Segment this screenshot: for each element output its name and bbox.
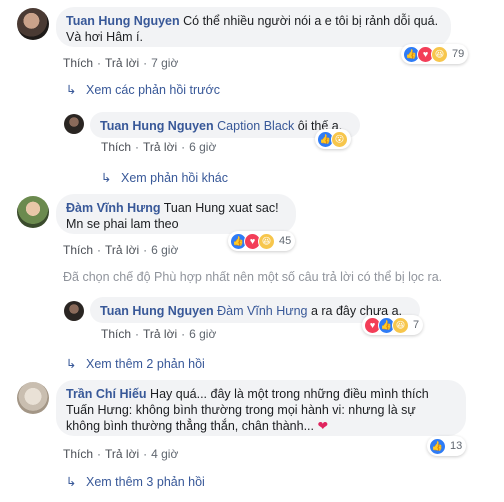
mention-link[interactable]: Đàm Vĩnh Hưng <box>217 304 307 318</box>
reply-button[interactable]: Trả lời <box>105 243 139 257</box>
reaction-summary[interactable]: ♥ 👍 😆 7 <box>362 315 424 335</box>
avatar[interactable] <box>17 196 49 228</box>
comment-author[interactable]: Tuan Hung Nguyen <box>66 14 180 28</box>
reply-button[interactable]: Trả lời <box>143 140 177 154</box>
comment-actions: Thích · Trả lời · 6 giờ <box>101 140 217 154</box>
reply-button[interactable]: Trả lời <box>143 327 177 341</box>
comment-actions: Thích · Trả lời · 6 giờ <box>101 327 217 341</box>
comment-bubble: Đàm Vĩnh Hưng Tuan Hung xuat sac! Mn se … <box>56 194 296 234</box>
timestamp[interactable]: 6 giờ <box>151 243 178 257</box>
reply-arrow-icon: ↳ <box>101 171 112 185</box>
like-button[interactable]: Thích <box>101 140 131 154</box>
reaction-summary[interactable]: 👍 ♥ 😆 45 <box>228 231 296 251</box>
haha-icon: 😆 <box>431 45 448 63</box>
wow-icon: 😮 <box>331 130 348 148</box>
comment-bubble: Tuan Hung Nguyen Có thể nhiều người nói … <box>56 7 451 47</box>
timestamp[interactable]: 6 giờ <box>189 140 216 154</box>
comment-text: Có thể nhiều người nói a e tôi bị rảnh d… <box>179 14 439 28</box>
reply-arrow-icon: ↳ <box>66 475 77 489</box>
avatar[interactable] <box>64 114 84 134</box>
timestamp[interactable]: 7 giờ <box>151 56 178 70</box>
reply-arrow-icon: ↳ <box>66 357 77 371</box>
comment-author[interactable]: Tuan Hung Nguyen <box>100 119 214 133</box>
filter-notice: Đã chọn chế độ Phù hợp nhất nên một số c… <box>63 270 443 284</box>
timestamp[interactable]: 4 giờ <box>151 447 178 461</box>
like-button[interactable]: Thích <box>63 56 93 70</box>
like-button[interactable]: Thích <box>63 243 93 257</box>
haha-icon: 😆 <box>392 316 409 334</box>
timestamp[interactable]: 6 giờ <box>189 327 216 341</box>
avatar[interactable] <box>64 301 84 321</box>
reply-arrow-icon: ↳ <box>66 83 77 97</box>
view-more-replies-link[interactable]: ↳ Xem thêm 2 phản hồi <box>66 356 205 371</box>
reply-button[interactable]: Trả lời <box>105 447 139 461</box>
comment-bubble: Trần Chí Hiếu Hay quá... đây là một tron… <box>56 380 466 436</box>
like-icon: 👍 <box>429 437 446 455</box>
reply-button[interactable]: Trả lời <box>105 56 139 70</box>
comment-text: không bình thường thẳng thắn, chân thành… <box>66 419 318 433</box>
reaction-count: 79 <box>452 48 465 60</box>
comment-text: Và hơi Hâm í. <box>66 30 143 44</box>
comment-text: Mn se phai lam theo <box>66 217 179 231</box>
reaction-summary[interactable]: 👍 ♥ 😆 79 <box>401 44 469 64</box>
like-button[interactable]: Thích <box>63 447 93 461</box>
view-previous-replies-link[interactable]: ↳ Xem các phản hồi trước <box>66 82 220 97</box>
comment-actions: Thích · Trả lời · 4 giờ <box>63 447 179 461</box>
like-button[interactable]: Thích <box>101 327 131 341</box>
reaction-summary[interactable]: 👍 😮 <box>315 129 351 149</box>
reaction-summary[interactable]: 👍 13 <box>427 436 467 456</box>
view-more-replies-link[interactable]: ↳ Xem thêm 3 phản hồi <box>66 474 205 489</box>
comment-author[interactable]: Tuan Hung Nguyen <box>100 304 214 318</box>
comment-author[interactable]: Đàm Vĩnh Hưng <box>66 201 160 215</box>
comment-text: Tuấn Hưng: không bình thường trong mọi h… <box>66 403 416 417</box>
view-other-replies-link[interactable]: ↳ Xem phản hồi khác <box>101 170 228 185</box>
comment-author[interactable]: Trần Chí Hiếu <box>66 387 147 401</box>
avatar[interactable] <box>17 382 49 414</box>
comment-actions: Thích · Trả lời · 7 giờ <box>63 56 179 70</box>
haha-icon: 😆 <box>258 232 275 250</box>
comment-text: Tuan Hung xuat sac! <box>160 201 279 215</box>
heart-emoji: ❤ <box>317 419 328 433</box>
avatar[interactable] <box>17 8 49 40</box>
mention-link[interactable]: Caption Black <box>217 119 294 133</box>
comment-text: Hay quá... đây là một trong những điều m… <box>146 387 429 401</box>
reaction-count: 45 <box>279 235 292 247</box>
reaction-count: 7 <box>413 319 420 331</box>
reaction-count: 13 <box>450 440 463 452</box>
comment-actions: Thích · Trả lời · 6 giờ <box>63 243 179 257</box>
